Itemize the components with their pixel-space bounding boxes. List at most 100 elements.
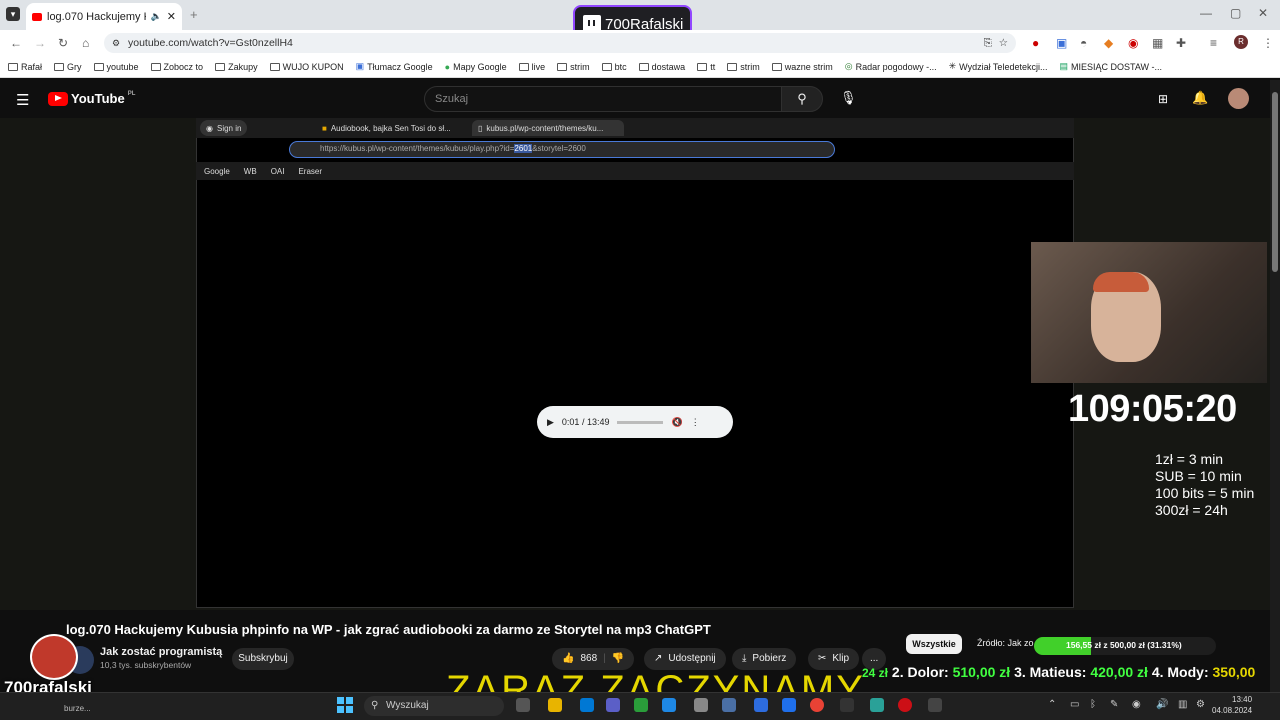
create-video-icon[interactable]: ⊞ <box>1158 92 1168 106</box>
donation-goal-bar: 156,55 zł z 500,00 zł (31.31%) <box>1034 637 1216 655</box>
tray-icon[interactable]: ⚙ <box>1196 699 1205 710</box>
app-icon[interactable] <box>662 698 676 712</box>
bookmark-item[interactable]: dostawa <box>638 62 685 72</box>
bookmarks-bar: Rafał Gry youtube Zobocz to Zakupy WUJO … <box>0 56 1280 78</box>
app-icon[interactable] <box>754 698 768 712</box>
notifications-bell-icon[interactable]: 🔔 <box>1192 90 1208 106</box>
thumbs-up-icon: 👍 <box>562 653 575 664</box>
weather-widget[interactable]: burze... <box>64 704 91 713</box>
filter-chip-all[interactable]: Wszystkie <box>906 634 962 654</box>
speaker-icon[interactable]: 🔈 <box>151 11 162 22</box>
bookmark-item[interactable]: youtube <box>93 62 139 72</box>
tray-icon[interactable]: ▭ <box>1070 699 1079 710</box>
youtube-account-avatar[interactable] <box>1228 88 1249 109</box>
install-icon[interactable]: ⎘ <box>984 33 992 53</box>
opera-icon[interactable] <box>898 698 912 712</box>
system-clock[interactable]: 13:40 04.08.2024 <box>1212 694 1252 716</box>
filter-chip-source[interactable]: Źródło: Jak zo... <box>977 638 1041 648</box>
obs-icon[interactable] <box>928 698 942 712</box>
scrollbar-thumb[interactable] <box>1272 92 1278 272</box>
bookmark-star-icon[interactable]: ☆ <box>999 33 1008 53</box>
bookmark-item[interactable]: wazne strim <box>771 62 833 72</box>
page-scrollbar[interactable] <box>1270 80 1280 692</box>
extension-opera-icon[interactable]: ● <box>1032 36 1039 50</box>
app-icon[interactable] <box>870 698 884 712</box>
extension-calendar-icon[interactable]: ▦ <box>1152 36 1163 50</box>
chrome-icon[interactable] <box>810 698 824 712</box>
reading-list-icon[interactable]: ≡ <box>1210 36 1217 50</box>
new-tab-button[interactable]: + <box>190 7 198 22</box>
taskbar-search[interactable]: ⚲ Wyszukaj <box>364 696 504 716</box>
app-icon[interactable] <box>580 698 594 712</box>
extensions-puzzle-icon[interactable]: ✚ <box>1176 36 1186 50</box>
network-icon[interactable]: ▥ <box>1178 699 1187 710</box>
forward-icon[interactable]: → <box>34 36 46 50</box>
folder-icon <box>8 62 18 71</box>
scissors-icon: ✂ <box>818 653 827 664</box>
bookmark-item[interactable]: Zobocz to <box>150 62 203 72</box>
extension-metamask-icon[interactable]: ◆ <box>1104 36 1113 50</box>
site-info-icon[interactable]: ⚙ <box>112 33 120 53</box>
app-icon[interactable] <box>694 698 708 712</box>
share-button[interactable]: ↗ Udostępnij <box>644 648 726 670</box>
bookmark-item[interactable]: WUJO KUPON <box>269 62 344 72</box>
like-button[interactable]: 👍 868 | 👎 <box>552 648 635 670</box>
bluetooth-icon[interactable]: ᛒ <box>1090 699 1096 710</box>
bookmark-item[interactable]: ◎ Radar pogodowy -... <box>845 61 937 72</box>
minimize-icon[interactable]: — <box>1200 6 1212 20</box>
windows-start-icon[interactable] <box>337 697 353 713</box>
tray-icon[interactable]: ◉ <box>1132 699 1141 710</box>
clip-button[interactable]: ✂ Klip <box>808 648 860 670</box>
maximize-icon[interactable]: ▢ <box>1230 6 1241 20</box>
bookmark-item[interactable]: Rafał <box>8 62 42 72</box>
channel-name[interactable]: Jak zostać programistą <box>100 646 222 658</box>
translate-icon: ▣ <box>355 61 365 71</box>
file-explorer-icon[interactable] <box>548 698 562 712</box>
app-icon[interactable] <box>722 698 736 712</box>
volume-icon[interactable]: 🔊 <box>1156 699 1168 710</box>
teams-icon[interactable] <box>606 698 620 712</box>
close-window-icon[interactable]: ✕ <box>1258 6 1268 20</box>
browser-tab-active[interactable]: log.070 Hackujemy Kubusia 🔈 ✕ <box>26 3 182 30</box>
microphone-icon[interactable]: 🎙 <box>840 90 857 108</box>
task-view-icon[interactable] <box>516 698 530 712</box>
bookmark-item[interactable]: Gry <box>54 62 82 72</box>
app-icon[interactable] <box>840 698 854 712</box>
youtube-logo[interactable]: YouTube PL <box>48 91 135 106</box>
bookmark-item[interactable]: Zakupy <box>215 62 258 72</box>
tray-chevron-icon[interactable]: ⌃ <box>1048 699 1056 710</box>
reload-icon[interactable]: ↻ <box>58 36 68 50</box>
folder-icon <box>150 62 161 71</box>
bookmark-item[interactable]: btc <box>601 62 627 72</box>
search-icon: ⚲ <box>797 91 807 106</box>
subscribe-button[interactable]: Subskrybuj <box>232 648 294 670</box>
bookmark-item[interactable]: ✳ Wydział Teledetekcji... <box>949 61 1048 72</box>
bookmark-item[interactable]: strim <box>727 62 760 72</box>
app-icon[interactable] <box>782 698 796 712</box>
search-button[interactable]: ⚲ <box>781 86 823 112</box>
chrome-menu-icon[interactable]: ⋮ <box>1262 36 1274 50</box>
tab-close-icon[interactable]: ✕ <box>167 10 176 23</box>
captured-tab-1: ■ Audiobook, bajka Sen Tosi do sł... <box>322 123 451 133</box>
profile-avatar[interactable]: R <box>1234 35 1248 49</box>
bookmark-item[interactable]: ● Mapy Google <box>445 62 507 72</box>
bookmark-item[interactable]: ▣ Tłumacz Google <box>356 61 433 72</box>
address-bar[interactable]: ⚙ youtube.com/watch?v=Gst0nzellH4 ⎘ ☆ <box>104 33 1016 53</box>
pen-icon[interactable]: ✎ <box>1110 699 1118 710</box>
back-icon[interactable]: ← <box>10 36 22 50</box>
extension-red-icon[interactable]: ◉ <box>1128 36 1138 50</box>
captured-bookmarks-bar: Google WB OAI Eraser <box>196 162 1074 180</box>
tab-search-icon[interactable]: ▾ <box>6 7 20 21</box>
hamburger-menu-icon[interactable]: ☰ <box>16 91 29 109</box>
bookmark-item[interactable]: tt <box>697 62 715 72</box>
home-icon[interactable]: ⌂ <box>82 36 89 50</box>
app-icon[interactable] <box>634 698 648 712</box>
download-button[interactable]: ⤓ Pobierz <box>732 648 797 670</box>
extension-spy-icon[interactable]: ◓ <box>1080 36 1087 50</box>
subscriber-count: 10,3 tys. subskrybentów <box>100 660 192 670</box>
bookmark-item[interactable]: ▤ MIESIĄC DOSTAW -... <box>1059 61 1162 72</box>
youtube-search-input[interactable]: Szukaj <box>424 86 782 112</box>
bookmark-item[interactable]: live <box>518 62 545 72</box>
bookmark-item[interactable]: strim <box>557 62 590 72</box>
extension-translate-icon[interactable]: ▣ <box>1056 36 1067 50</box>
